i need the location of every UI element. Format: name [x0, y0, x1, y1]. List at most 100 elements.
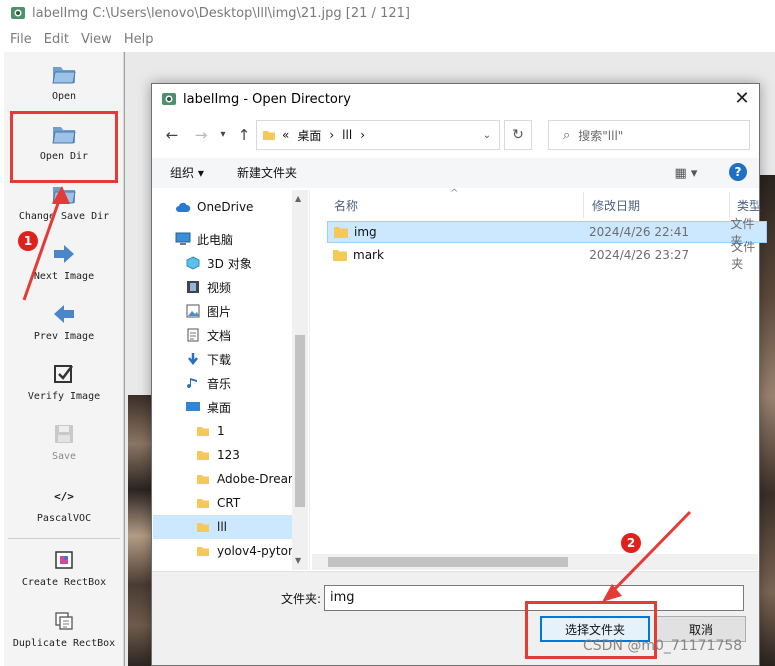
- dialog-navigation-row: ← → ▾ ↑ « 桌面 › lll › ⌄ ↻ ⌕ 搜索"lll": [152, 118, 759, 152]
- window-titlebar: labelImg C:\Users\lenovo\Desktop\lll\img…: [0, 0, 775, 26]
- computer-icon: [175, 231, 191, 247]
- verify-image-button[interactable]: Verify Image: [4, 360, 124, 402]
- floppy-disk-icon: [50, 420, 78, 448]
- nav-item-documents[interactable]: 文档: [185, 323, 309, 347]
- cloud-icon: [175, 199, 191, 215]
- back-arrow-icon[interactable]: ←: [161, 124, 183, 146]
- folder-icon: [263, 131, 275, 140]
- new-folder-button[interactable]: 新建文件夹: [237, 164, 297, 181]
- folder-icon: [195, 447, 211, 463]
- toolbar-separator: [8, 538, 120, 539]
- folder-icon: [195, 495, 211, 511]
- file-list-horizontal-scrollbar[interactable]: [312, 554, 758, 570]
- folder-icon: [334, 227, 348, 238]
- organize-menu[interactable]: 组织 ▾: [170, 164, 204, 181]
- folder-icon: [333, 250, 347, 261]
- folder-open-icon: [50, 180, 78, 208]
- folder-open-icon: [50, 120, 78, 148]
- nav-pane-scrollbar[interactable]: ▲ ▼: [292, 190, 308, 570]
- nav-item-3d-objects[interactable]: 3D 对象: [185, 251, 309, 275]
- menu-edit[interactable]: Edit: [44, 32, 69, 47]
- labelimg-app-icon: [11, 7, 25, 19]
- navigation-pane: OneDrive 此电脑 3D 对象 视频 图片 文档 下载 音乐 桌面 1 1…: [153, 190, 309, 570]
- scroll-up-icon[interactable]: ▲: [295, 194, 301, 203]
- recent-chevron-down-icon[interactable]: ▾: [212, 124, 234, 146]
- window-title: labelImg C:\Users\lenovo\Desktop\lll\img…: [32, 5, 410, 21]
- nav-item-this-pc[interactable]: 此电脑: [175, 227, 309, 251]
- music-icon: [185, 375, 201, 391]
- breadcrumb-lll[interactable]: lll: [342, 128, 352, 142]
- arrow-right-icon: [50, 240, 78, 268]
- menubar: File Edit View Help: [0, 28, 775, 50]
- breadcrumb-overflow[interactable]: «: [282, 128, 289, 142]
- scrollbar-thumb[interactable]: [328, 557, 568, 567]
- video-icon: [185, 279, 201, 295]
- address-dropdown-icon[interactable]: ⌄: [475, 121, 499, 149]
- desktop-icon: [185, 399, 201, 415]
- forward-arrow-icon[interactable]: →: [190, 124, 212, 146]
- code-icon: </>: [54, 489, 74, 503]
- scroll-down-icon[interactable]: ▼: [295, 556, 301, 565]
- tool-panel: Open Open Dir Change Save Dir Next Image…: [4, 52, 124, 666]
- search-placeholder: 搜索"lll": [578, 128, 624, 143]
- search-input[interactable]: ⌕ 搜索"lll": [548, 120, 750, 150]
- annotation-badge-1: 1: [18, 231, 38, 251]
- menu-help[interactable]: Help: [124, 32, 154, 47]
- view-options-icon[interactable]: ▦ ▾: [666, 162, 706, 184]
- document-icon: [185, 327, 201, 343]
- folder-icon: [195, 471, 211, 487]
- pascalvoc-format-button[interactable]: </> PascalVOC: [4, 482, 124, 525]
- nav-item-pictures[interactable]: 图片: [185, 299, 309, 323]
- nav-item-desktop[interactable]: 桌面: [185, 395, 309, 419]
- file-list: ^ 名称 修改日期 类型 img 2024/4/26 22:41 文件夹 mar…: [309, 188, 767, 570]
- dialog-titlebar: labelImg - Open Directory: [152, 84, 759, 114]
- labelimg-app-icon: [162, 93, 176, 105]
- folder-open-icon: [50, 60, 78, 88]
- menu-file[interactable]: File: [10, 32, 32, 47]
- help-icon[interactable]: ?: [729, 163, 747, 181]
- nav-item-folder-lll[interactable]: lll: [153, 515, 293, 539]
- save-button[interactable]: Save: [4, 420, 124, 462]
- watermark: CSDN @m0_71171758: [583, 638, 743, 654]
- nav-item-videos[interactable]: 视频: [185, 275, 309, 299]
- file-row-mark[interactable]: mark 2024/4/26 23:27 文件夹: [327, 240, 767, 271]
- refresh-icon[interactable]: ↻: [504, 120, 532, 150]
- change-save-dir-button[interactable]: Change Save Dir: [4, 180, 124, 222]
- up-arrow-icon[interactable]: ↑: [233, 124, 255, 146]
- dialog-title: labelImg - Open Directory: [183, 91, 351, 107]
- open-directory-dialog: labelImg - Open Directory ✕ ← → ▾ ↑ « 桌面…: [151, 83, 767, 666]
- arrow-left-icon: [50, 300, 78, 328]
- duplicate-icon: [50, 607, 78, 635]
- scrollbar-thumb[interactable]: [295, 335, 305, 507]
- breadcrumb-desktop[interactable]: 桌面: [297, 127, 321, 144]
- prev-image-button[interactable]: Prev Image: [4, 300, 124, 342]
- search-icon: ⌕: [563, 127, 571, 143]
- nav-item-music[interactable]: 音乐: [185, 371, 309, 395]
- folder-icon: [195, 423, 211, 439]
- nav-item-downloads[interactable]: 下载: [185, 347, 309, 371]
- folder-name-input[interactable]: img: [324, 585, 744, 611]
- annotation-badge-2: 2: [621, 533, 641, 553]
- menu-view[interactable]: View: [81, 32, 112, 47]
- breadcrumb-separator[interactable]: ›: [360, 128, 365, 142]
- cube-icon: [185, 255, 201, 271]
- open-dir-button[interactable]: Open Dir: [4, 120, 124, 162]
- breadcrumb-separator[interactable]: ›: [329, 128, 334, 142]
- dialog-close-button[interactable]: ✕: [731, 88, 753, 110]
- create-rectbox-button[interactable]: Create RectBox: [4, 546, 124, 588]
- column-header-date[interactable]: 修改日期: [585, 192, 730, 218]
- command-bar: 组织 ▾ 新建文件夹 ▦ ▾ ?: [152, 158, 759, 188]
- picture-icon: [185, 303, 201, 319]
- file-row-img[interactable]: img 2024/4/26 22:41 文件夹: [327, 217, 767, 248]
- column-header-name[interactable]: 名称: [327, 192, 584, 218]
- download-icon: [185, 351, 201, 367]
- duplicate-rectbox-button[interactable]: Duplicate RectBox: [4, 607, 124, 649]
- checkbox-icon: [50, 360, 78, 388]
- folder-field-label: 文件夹:: [281, 592, 322, 606]
- nav-item-onedrive[interactable]: OneDrive: [175, 195, 309, 219]
- open-button[interactable]: Open: [4, 60, 124, 102]
- address-bar[interactable]: « 桌面 › lll › ⌄: [256, 120, 500, 150]
- folder-icon: [195, 543, 211, 559]
- folder-icon: [195, 519, 211, 535]
- rectbox-icon: [50, 546, 78, 574]
